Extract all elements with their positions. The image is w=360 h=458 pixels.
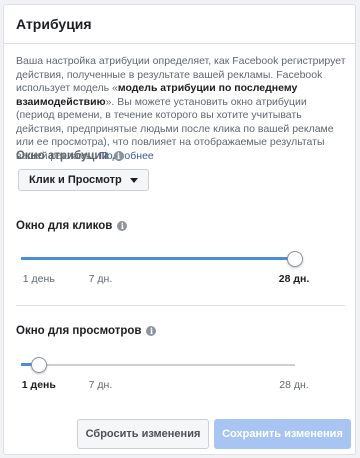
section-divider <box>16 305 345 306</box>
info-icon[interactable]: i <box>113 151 124 161</box>
view-window-slider[interactable] <box>21 357 295 373</box>
slider-tick-label: 28 дн. <box>278 273 310 285</box>
click-window-label: Окно для кликов <box>16 220 113 232</box>
slider-thumb[interactable] <box>30 357 47 373</box>
slider-tick-label: 7 дн. <box>88 379 113 391</box>
slider-tick-label: 28 дн. <box>279 379 309 391</box>
attribution-description: Ваша настройка атрибуции определяет, как… <box>16 55 346 163</box>
attribution-window-selected: Клик и Просмотр <box>29 174 122 186</box>
slider-thumb[interactable] <box>287 251 303 267</box>
panel-title: Атрибуция <box>16 16 92 32</box>
view-window-label-row: Окно для просмотров i <box>16 325 157 337</box>
slider-tick-label: 1 день <box>21 379 56 391</box>
view-window-label: Окно для просмотров <box>16 325 142 337</box>
info-icon[interactable]: i <box>117 221 128 231</box>
slider-track[interactable] <box>21 364 295 366</box>
info-icon[interactable]: i <box>146 326 157 336</box>
slider-tick-label: 1 день <box>22 273 55 285</box>
caret-down-icon <box>129 177 138 183</box>
panel-header: Атрибуция <box>4 5 355 44</box>
reset-changes-button[interactable]: Сбросить изменения <box>77 419 209 449</box>
click-window-slider[interactable] <box>21 251 303 267</box>
attribution-window-label-row: Окно атрибуции i <box>16 150 124 162</box>
slider-fill <box>21 257 295 260</box>
slider-tick-label: 7 дн. <box>88 273 113 285</box>
attribution-window-dropdown[interactable]: Клик и Просмотр <box>18 169 149 191</box>
attribution-panel: Атрибуция Ваша настройка атрибуции опред… <box>3 4 356 455</box>
attribution-window-label: Окно атрибуции <box>16 150 109 162</box>
click-window-label-row: Окно для кликов i <box>16 220 128 232</box>
save-changes-button[interactable]: Сохранить изменения <box>214 419 351 449</box>
